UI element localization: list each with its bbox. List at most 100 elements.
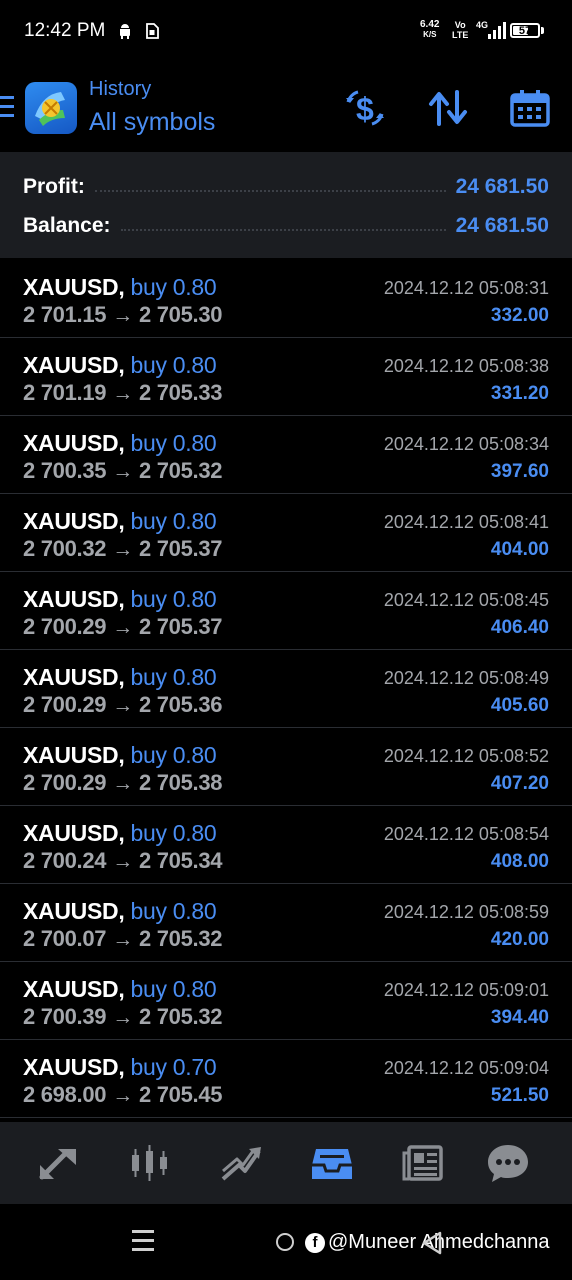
currency-sort-icon[interactable]: $ bbox=[343, 86, 387, 130]
volte-bottom: LTE bbox=[452, 30, 469, 40]
open-price: 2 701.19 bbox=[23, 380, 107, 405]
profit-label: Profit: bbox=[23, 175, 85, 198]
symbol-name: XAUUSD, bbox=[23, 742, 125, 768]
balance-value: 24 681.50 bbox=[455, 214, 549, 237]
quotes-icon[interactable] bbox=[33, 1140, 83, 1186]
profit-value: 24 681.50 bbox=[455, 175, 549, 198]
menu-icon[interactable] bbox=[0, 96, 14, 123]
close-price: 2 705.36 bbox=[138, 692, 223, 717]
trade-profit: 408.00 bbox=[490, 851, 549, 872]
header-subtitle: History bbox=[89, 78, 152, 100]
trade-row[interactable]: XAUUSD, buy 0.80 2 700.35 → 2 705.32 2024.12… bbox=[0, 416, 572, 494]
trade-profit: 521.50 bbox=[490, 1085, 549, 1106]
trade-time: 2024.12.12 05:09:04 bbox=[383, 1058, 549, 1078]
trade-symbol: XAUUSD, buy 0.80 bbox=[23, 586, 217, 613]
open-price: 2 700.07 bbox=[23, 926, 107, 951]
arrow-icon: → bbox=[112, 772, 133, 795]
calendar-icon[interactable] bbox=[508, 86, 552, 130]
trade-row[interactable]: XAUUSD, buy 0.80 2 700.29 → 2 705.38 2024.12… bbox=[0, 728, 572, 806]
trade-type: buy 0.80 bbox=[130, 586, 217, 612]
arrow-icon: → bbox=[112, 1006, 133, 1029]
close-price: 2 705.37 bbox=[138, 536, 223, 561]
trade-symbol: XAUUSD, buy 0.80 bbox=[23, 898, 217, 925]
recent-apps-icon[interactable] bbox=[132, 1230, 154, 1257]
trade-time: 2024.12.12 05:08:54 bbox=[383, 824, 549, 844]
trade-row[interactable]: XAUUSD, buy 0.80 2 700.32 → 2 705.37 2024.12… bbox=[0, 494, 572, 572]
history-icon[interactable] bbox=[307, 1140, 357, 1186]
trade-symbol: XAUUSD, buy 0.80 bbox=[23, 274, 217, 301]
trade-row[interactable]: XAUUSD, buy 0.80 2 701.15 → 2 705.30 2024.12… bbox=[0, 260, 572, 338]
trade-profit: 405.60 bbox=[490, 695, 549, 716]
svg-text:$: $ bbox=[356, 91, 374, 127]
symbol-name: XAUUSD, bbox=[23, 898, 125, 924]
trade-type: buy 0.80 bbox=[130, 430, 217, 456]
symbol-name: XAUUSD, bbox=[23, 976, 125, 1002]
system-navigation: f @Muneer Ahmedchanna bbox=[0, 1204, 572, 1280]
trade-time: 2024.12.12 05:08:52 bbox=[383, 746, 549, 766]
signal-icon bbox=[488, 22, 506, 39]
symbol-name: XAUUSD, bbox=[23, 586, 125, 612]
leader-dots bbox=[94, 190, 446, 192]
trade-prices: 2 701.15 → 2 705.30 bbox=[23, 302, 223, 328]
trade-type: buy 0.80 bbox=[130, 976, 217, 1002]
trade-icon[interactable] bbox=[216, 1140, 266, 1186]
app-header: History All symbols $ bbox=[0, 64, 572, 152]
trade-symbol: XAUUSD, buy 0.80 bbox=[23, 742, 217, 769]
open-price: 2 700.35 bbox=[23, 458, 107, 483]
close-price: 2 705.45 bbox=[138, 1082, 223, 1107]
trade-profit: 406.40 bbox=[490, 617, 549, 638]
close-price: 2 705.33 bbox=[138, 380, 223, 405]
open-price: 2 700.32 bbox=[23, 536, 107, 561]
app-logo bbox=[25, 82, 77, 134]
network-speed: 6.42 K/S bbox=[420, 20, 439, 40]
balance-row: Balance: 24 681.50 bbox=[23, 211, 549, 241]
trade-profit: 332.00 bbox=[490, 305, 549, 326]
status-time: 12:42 PM bbox=[24, 20, 106, 41]
trade-prices: 2 700.32 → 2 705.37 bbox=[23, 536, 223, 562]
chat-icon[interactable] bbox=[483, 1140, 533, 1186]
trade-row[interactable]: XAUUSD, buy 0.80 2 700.39 → 2 705.32 2024.12… bbox=[0, 962, 572, 1040]
trade-prices: 2 698.00 → 2 705.45 bbox=[23, 1082, 223, 1108]
battery-tip bbox=[541, 27, 544, 34]
arrow-icon: → bbox=[112, 616, 133, 639]
trade-row[interactable]: XAUUSD, buy 0.70 2 698.00 → 2 705.45 2024.12… bbox=[0, 1040, 572, 1118]
facebook-icon: f bbox=[305, 1232, 325, 1253]
trade-row[interactable]: XAUUSD, buy 0.80 2 700.24 → 2 705.34 2024.12… bbox=[0, 806, 572, 884]
trade-symbol: XAUUSD, buy 0.70 bbox=[23, 1054, 217, 1081]
network-speed-value: 6.42 bbox=[420, 19, 440, 30]
arrow-icon: → bbox=[112, 850, 133, 873]
trade-time: 2024.12.12 05:08:38 bbox=[383, 356, 549, 376]
arrow-icon: → bbox=[112, 694, 133, 717]
trade-symbol: XAUUSD, buy 0.80 bbox=[23, 430, 217, 457]
trade-row[interactable]: XAUUSD, buy 0.80 2 700.29 → 2 705.36 2024.12… bbox=[0, 650, 572, 728]
trade-type: buy 0.80 bbox=[130, 508, 217, 534]
trade-row[interactable]: XAUUSD, buy 0.80 2 700.29 → 2 705.37 2024.12… bbox=[0, 572, 572, 650]
header-title[interactable]: All symbols bbox=[89, 108, 215, 137]
arrow-icon: → bbox=[112, 382, 133, 405]
news-icon[interactable] bbox=[398, 1140, 448, 1186]
symbol-name: XAUUSD, bbox=[23, 508, 125, 534]
battery-icon: 57 bbox=[510, 23, 540, 38]
trade-row[interactable]: XAUUSD, buy 0.80 2 701.19 → 2 705.33 2024.12… bbox=[0, 338, 572, 416]
close-price: 2 705.34 bbox=[138, 848, 223, 873]
trade-prices: 2 700.35 → 2 705.32 bbox=[23, 458, 223, 484]
trade-symbol: XAUUSD, buy 0.80 bbox=[23, 352, 217, 379]
network-type: 4G bbox=[476, 20, 489, 30]
open-price: 2 700.29 bbox=[23, 614, 107, 639]
back-icon[interactable] bbox=[421, 1231, 443, 1260]
sim-icon bbox=[145, 23, 159, 44]
trade-prices: 2 701.19 → 2 705.33 bbox=[23, 380, 223, 406]
trade-symbol: XAUUSD, buy 0.80 bbox=[23, 664, 217, 691]
chart-icon[interactable] bbox=[125, 1140, 175, 1186]
arrow-icon: → bbox=[112, 460, 133, 483]
close-price: 2 705.32 bbox=[138, 458, 223, 483]
trade-time: 2024.12.12 05:08:34 bbox=[383, 434, 549, 454]
trade-time: 2024.12.12 05:08:59 bbox=[383, 902, 549, 922]
home-icon[interactable] bbox=[276, 1233, 294, 1251]
sort-arrows-icon[interactable] bbox=[426, 86, 470, 130]
trade-history-list: XAUUSD, buy 0.80 2 701.15 → 2 705.30 2024.12… bbox=[0, 260, 572, 1118]
trade-time: 2024.12.12 05:09:01 bbox=[383, 980, 549, 1000]
trade-row[interactable]: XAUUSD, buy 0.80 2 700.07 → 2 705.32 2024.12… bbox=[0, 884, 572, 962]
balance-label: Balance: bbox=[23, 214, 111, 237]
arrow-icon: → bbox=[112, 538, 133, 561]
